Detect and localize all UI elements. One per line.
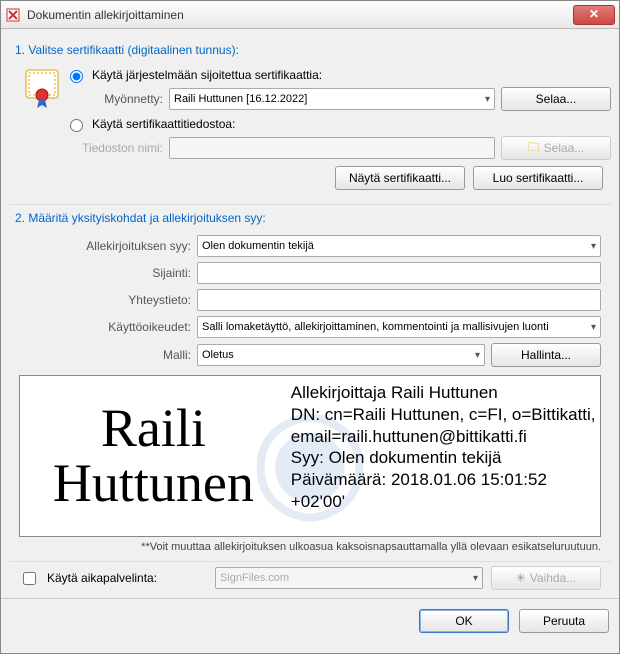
- reason-combo[interactable]: Olen dokumentin tekijä ▾: [197, 235, 601, 257]
- preview-line-signer: Allekirjoittaja Raili Huttunen: [291, 382, 596, 404]
- file-label: Tiedoston nimi:: [79, 141, 163, 155]
- timeserver-value: SignFiles.com: [220, 572, 289, 584]
- folder-icon: 🗀: [528, 138, 540, 159]
- preview-name: Raili Huttunen: [20, 376, 287, 536]
- signature-preview[interactable]: ◉ Raili Huttunen Allekirjoittaja Raili H…: [19, 375, 601, 537]
- preview-line-dn: DN: cn=Raili Huttunen, c=FI, o=Bittikatt…: [291, 404, 596, 448]
- app-icon: [5, 7, 21, 23]
- create-cert-button[interactable]: Luo sertifikaatti...: [473, 166, 603, 190]
- issued-value: Raili Huttunen [16.12.2022]: [174, 93, 307, 105]
- window-title: Dokumentin allekirjoittaminen: [27, 8, 573, 22]
- timeserver-label: Käytä aikapalvelinta:: [47, 571, 207, 585]
- perm-combo[interactable]: Salli lomaketäyttö, allekirjoittaminen, …: [197, 316, 601, 338]
- template-value: Oletus: [202, 349, 234, 361]
- issued-combo[interactable]: Raili Huttunen [16.12.2022] ▾: [169, 88, 495, 110]
- radio-system-cert-label: Käytä järjestelmään sijoitettua sertifik…: [92, 68, 322, 82]
- chevron-down-icon: ▾: [591, 241, 596, 252]
- show-cert-button[interactable]: Näytä sertifikaatti...: [335, 166, 465, 190]
- preview-details: Allekirjoittaja Raili Huttunen DN: cn=Ra…: [287, 376, 600, 536]
- manage-template-button[interactable]: Hallinta...: [491, 343, 601, 367]
- timeserver-checkbox[interactable]: [23, 572, 36, 585]
- preview-hint: **Voit muuttaa allekirjoituksen ulkoasua…: [9, 541, 601, 553]
- radio-file-cert-label: Käytä sertifikaattitiedostoa:: [92, 117, 235, 131]
- chevron-down-icon: ▾: [475, 350, 480, 361]
- dialog-window: Dokumentin allekirjoittaminen ✕ 1. Valit…: [0, 0, 620, 654]
- section1-title: 1. Valitse sertifikaatti (digitaalinen t…: [15, 43, 611, 57]
- location-label: Sijainti:: [19, 266, 191, 280]
- contact-label: Yhteystieto:: [19, 293, 191, 307]
- template-combo[interactable]: Oletus ▾: [197, 344, 485, 366]
- file-input: [169, 137, 495, 159]
- dialog-footer: OK Peruuta: [1, 598, 619, 643]
- radio-system-cert[interactable]: [70, 70, 83, 83]
- titlebar: Dokumentin allekirjoittaminen ✕: [1, 1, 619, 29]
- reason-label: Allekirjoituksen syy:: [19, 239, 191, 253]
- radio-file-cert[interactable]: [70, 119, 83, 132]
- section2-title: 2. Määritä yksityiskohdat ja allekirjoit…: [15, 211, 611, 225]
- contact-input[interactable]: [197, 289, 601, 311]
- location-input[interactable]: [197, 262, 601, 284]
- chevron-down-icon: ▾: [591, 322, 596, 333]
- close-button[interactable]: ✕: [573, 5, 615, 25]
- ok-button[interactable]: OK: [419, 609, 509, 633]
- preview-line-date: Päivämäärä: 2018.01.06 15:01:52 +02'00': [291, 469, 596, 513]
- perm-value: Salli lomaketäyttö, allekirjoittaminen, …: [202, 321, 549, 333]
- certificate-icon: [25, 67, 65, 112]
- browse-cert-button[interactable]: Selaa...: [501, 87, 611, 111]
- reason-value: Olen dokumentin tekijä: [202, 240, 314, 252]
- chevron-down-icon: ▾: [485, 94, 490, 105]
- perm-label: Käyttöoikeudet:: [19, 320, 191, 334]
- timeserver-combo: SignFiles.com ▾: [215, 567, 483, 589]
- template-label: Malli:: [19, 348, 191, 362]
- globe-icon: ✳: [516, 571, 526, 585]
- browse-file-button: 🗀 Selaa...: [501, 136, 611, 160]
- cancel-button[interactable]: Peruuta: [519, 609, 609, 633]
- preview-line-reason: Syy: Olen dokumentin tekijä: [291, 447, 596, 469]
- change-timeserver-button: ✳ Vaihda...: [491, 566, 601, 590]
- chevron-down-icon: ▾: [473, 573, 478, 584]
- issued-label: Myönnetty:: [79, 92, 163, 106]
